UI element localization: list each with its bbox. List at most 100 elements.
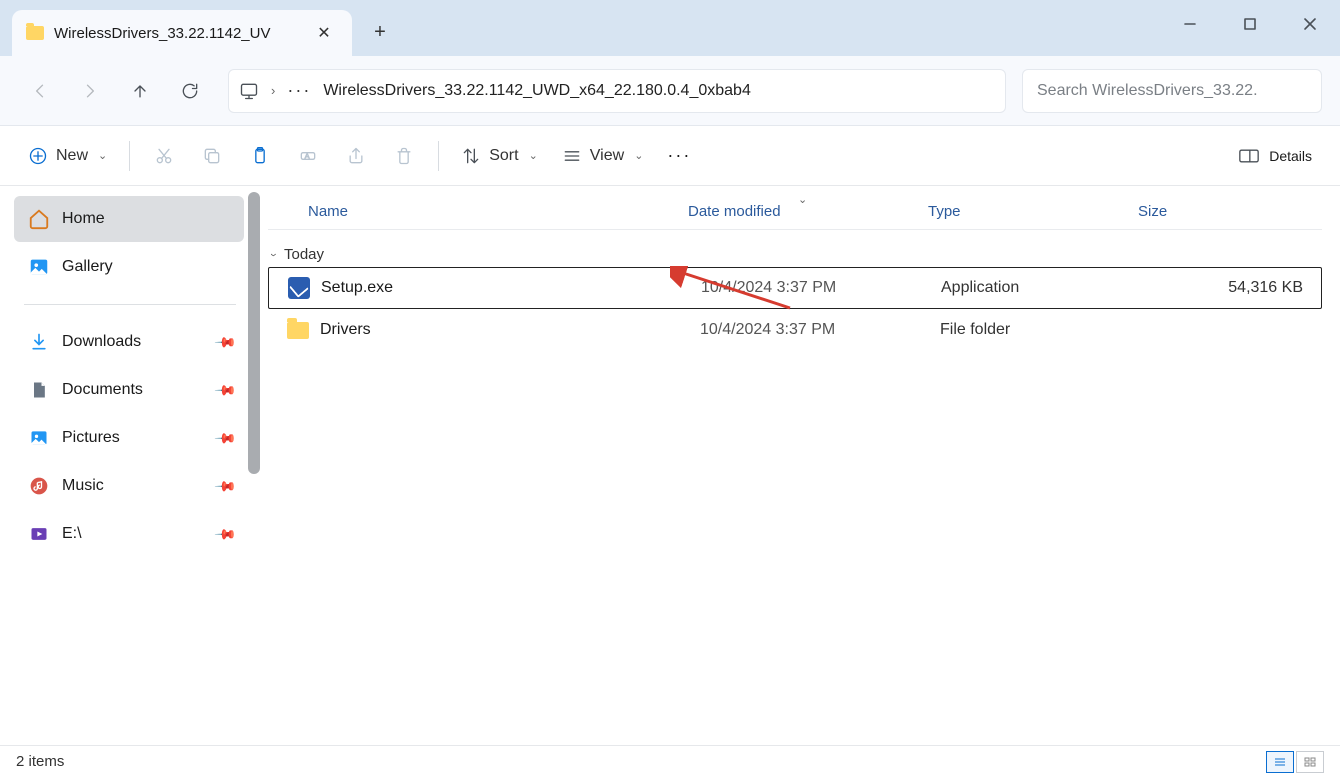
pin-icon: 📌: [213, 474, 237, 498]
close-tab-button[interactable]: ✕: [310, 19, 338, 47]
column-date-modified[interactable]: ⌄Date modified: [688, 203, 928, 220]
rename-button[interactable]: A: [286, 136, 330, 176]
new-button[interactable]: New ⌄: [18, 136, 117, 176]
view-thumbnails-button[interactable]: [1296, 751, 1324, 773]
view-button[interactable]: View ⌄: [552, 136, 654, 176]
file-type: Application: [941, 279, 1151, 297]
downloads-icon: [28, 331, 50, 353]
sidebar: Home Gallery Downloads 📌 Documents 📌 Pic…: [0, 186, 260, 745]
sidebar-item-documents[interactable]: Documents 📌: [14, 367, 244, 413]
address-path: WirelessDrivers_33.22.1142_UWD_x64_22.18…: [323, 82, 751, 100]
sort-label: Sort: [489, 147, 518, 165]
delete-button[interactable]: [382, 136, 426, 176]
sidebar-item-music[interactable]: Music 📌: [14, 463, 244, 509]
sidebar-scrollbar[interactable]: [248, 192, 260, 474]
details-label: Details: [1269, 148, 1312, 164]
chevron-down-icon: ⌄: [98, 149, 107, 162]
file-name: Setup.exe: [321, 279, 701, 297]
monitor-icon: [239, 81, 259, 101]
music-icon: [28, 475, 50, 497]
pin-icon: 📌: [213, 522, 237, 546]
main: Home Gallery Downloads 📌 Documents 📌 Pic…: [0, 186, 1340, 745]
cut-button[interactable]: [142, 136, 186, 176]
sidebar-separator: [24, 304, 236, 305]
drive-icon: [28, 523, 50, 545]
status-bar: 2 items: [0, 745, 1340, 777]
chevron-right-icon: ›: [271, 83, 275, 98]
refresh-button[interactable]: [168, 69, 212, 113]
folder-icon: [26, 26, 44, 40]
column-name[interactable]: Name: [268, 203, 688, 220]
window-controls: [1160, 0, 1340, 48]
column-type[interactable]: Type: [928, 203, 1138, 220]
divider: [438, 141, 439, 171]
item-count: 2 items: [16, 753, 64, 770]
sidebar-item-label: E:\: [62, 525, 82, 543]
sidebar-item-label: Documents: [62, 381, 143, 399]
search-input[interactable]: Search WirelessDrivers_33.22.: [1022, 69, 1322, 113]
sidebar-item-pictures[interactable]: Pictures 📌: [14, 415, 244, 461]
group-label: Today: [284, 246, 324, 263]
sidebar-item-drive-e[interactable]: E:\ 📌: [14, 511, 244, 557]
tab-current[interactable]: WirelessDrivers_33.22.1142_UV ✕: [12, 10, 352, 56]
application-icon: [287, 276, 311, 300]
home-icon: [28, 208, 50, 230]
divider: [129, 141, 130, 171]
sidebar-item-downloads[interactable]: Downloads 📌: [14, 319, 244, 365]
maximize-button[interactable]: [1220, 0, 1280, 48]
tab-title: WirelessDrivers_33.22.1142_UV: [54, 25, 300, 42]
details-button[interactable]: Details: [1229, 136, 1322, 176]
sidebar-item-label: Home: [62, 210, 105, 228]
column-headers: Name ⌄Date modified Type Size: [268, 194, 1322, 230]
new-tab-button[interactable]: +: [360, 12, 400, 52]
file-date: 10/4/2024 3:37 PM: [701, 279, 941, 297]
toolbar: New ⌄ A Sort ⌄ View ⌄ ··· Details: [0, 126, 1340, 186]
file-row-setup[interactable]: Setup.exe 10/4/2024 3:37 PM Application …: [268, 267, 1322, 309]
sidebar-item-label: Gallery: [62, 258, 113, 276]
file-group: › Today Setup.exe 10/4/2024 3:37 PM Appl…: [268, 242, 1322, 351]
chevron-down-icon: ›: [267, 253, 281, 256]
breadcrumb-overflow-icon[interactable]: ···: [287, 80, 311, 101]
forward-button[interactable]: [68, 69, 112, 113]
pin-icon: 📌: [213, 330, 237, 354]
share-button[interactable]: [334, 136, 378, 176]
svg-text:A: A: [305, 151, 310, 160]
search-placeholder: Search WirelessDrivers_33.22.: [1037, 82, 1258, 100]
column-size[interactable]: Size: [1138, 203, 1322, 220]
chevron-down-icon: ⌄: [634, 149, 643, 162]
minimize-button[interactable]: [1160, 0, 1220, 48]
sidebar-item-label: Pictures: [62, 429, 120, 447]
sidebar-item-gallery[interactable]: Gallery: [14, 244, 244, 290]
file-size: 54,316 KB: [1151, 279, 1321, 297]
view-label: View: [590, 147, 624, 165]
up-button[interactable]: [118, 69, 162, 113]
documents-icon: [28, 379, 50, 401]
more-button[interactable]: ···: [657, 145, 701, 166]
sidebar-item-home[interactable]: Home: [14, 196, 244, 242]
pin-icon: 📌: [213, 426, 237, 450]
sort-button[interactable]: Sort ⌄: [451, 136, 548, 176]
folder-icon: [286, 318, 310, 342]
file-row-drivers[interactable]: Drivers 10/4/2024 3:37 PM File folder: [268, 309, 1322, 351]
group-header-today[interactable]: › Today: [268, 242, 1322, 267]
file-date: 10/4/2024 3:37 PM: [700, 321, 940, 339]
chevron-down-icon: ⌄: [529, 149, 538, 162]
pin-icon: 📌: [213, 378, 237, 402]
sidebar-item-label: Downloads: [62, 333, 141, 351]
nav-row: › ··· WirelessDrivers_33.22.1142_UWD_x64…: [0, 56, 1340, 126]
gallery-icon: [28, 256, 50, 278]
pictures-icon: [28, 427, 50, 449]
titlebar: WirelessDrivers_33.22.1142_UV ✕ +: [0, 0, 1340, 56]
file-pane: Name ⌄Date modified Type Size › Today Se…: [260, 186, 1340, 745]
file-type: File folder: [940, 321, 1150, 339]
back-button[interactable]: [18, 69, 62, 113]
file-name: Drivers: [320, 321, 700, 339]
sidebar-item-label: Music: [62, 477, 104, 495]
address-bar[interactable]: › ··· WirelessDrivers_33.22.1142_UWD_x64…: [228, 69, 1006, 113]
view-toggle: [1266, 751, 1324, 773]
close-window-button[interactable]: [1280, 0, 1340, 48]
paste-button[interactable]: [238, 136, 282, 176]
copy-button[interactable]: [190, 136, 234, 176]
new-label: New: [56, 147, 88, 165]
view-details-button[interactable]: [1266, 751, 1294, 773]
